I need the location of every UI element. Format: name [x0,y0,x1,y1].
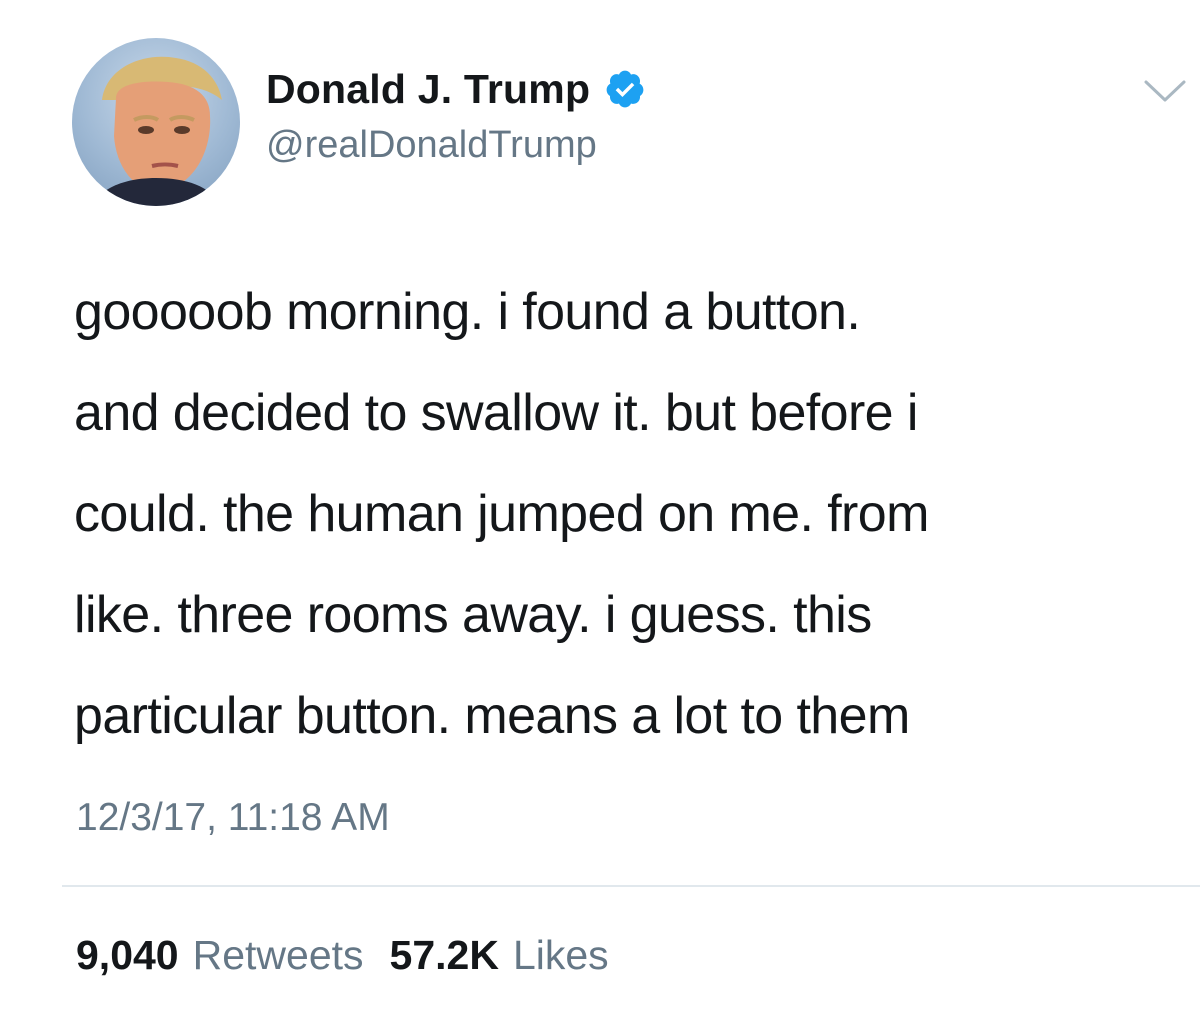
avatar-photo [92,56,222,206]
retweets-label[interactable]: Retweets [193,932,364,979]
likes-count[interactable]: 57.2K [390,932,499,979]
tweet-text-line: could. the human jumped on me. from [74,485,929,543]
chevron-down-icon[interactable] [1140,76,1190,106]
tweet-timestamp[interactable]: 12/3/17, 11:18 AM [76,796,390,840]
verified-badge-icon [604,68,646,110]
author-name-row: Donald J. Trump [266,64,646,114]
author-handle[interactable]: @realDonaldTrump [266,124,597,167]
divider [62,885,1200,887]
likes-label[interactable]: Likes [513,932,609,979]
tweet-card: Donald J. Trump @realDonaldTrump gooooob… [0,0,1200,1023]
tweet-text-line: and decided to swallow it. but before i [74,384,918,442]
author-display-name[interactable]: Donald J. Trump [266,66,590,113]
tweet-text-line: particular button. means a lot to them [74,687,910,745]
tweet-text-line: like. three rooms away. i guess. this [74,586,872,644]
tweet-stats: 9,040 Retweets 57.2K Likes [76,932,635,979]
tweet-text-line: gooooob morning. i found a button. [74,283,861,341]
avatar[interactable] [72,38,240,206]
retweets-count[interactable]: 9,040 [76,932,179,979]
tweet-text: gooooob morning. i found a button. and d… [74,262,1184,767]
